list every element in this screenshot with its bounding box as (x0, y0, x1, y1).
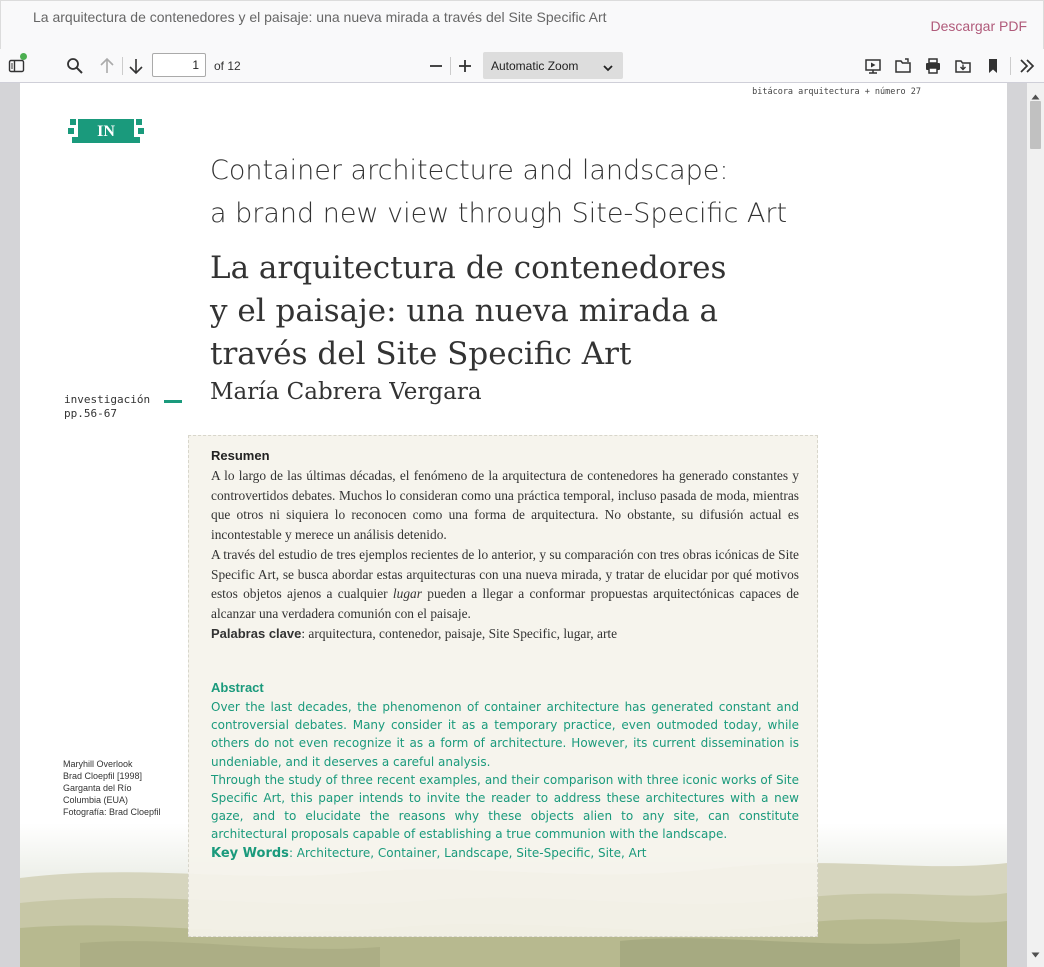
section-badge: IN (68, 116, 146, 146)
caption-line: Columbia (EUA) (63, 795, 129, 805)
resumen-paragraph: A lo largo de las últimas décadas, el fe… (211, 468, 799, 543)
open-file-button[interactable] (890, 49, 916, 82)
title-spanish-line: La arquitectura de contenedores (210, 250, 727, 286)
presentation-icon (864, 57, 882, 75)
abstract-paragraph: Over the last decades, the phenomenon of… (211, 700, 799, 769)
title-english-line: a brand new view through Site-Specific A… (210, 198, 788, 229)
title-spanish-line: través del Site Specific Art (210, 336, 632, 372)
tools-menu-button[interactable] (1014, 49, 1040, 82)
title-english: Container architecture and landscape: a … (210, 149, 787, 235)
bookmark-button[interactable] (980, 49, 1006, 82)
resumen-text: A lo largo de las últimas décadas, el fe… (211, 466, 799, 643)
presentation-mode-button[interactable] (860, 49, 886, 82)
photo-caption: Maryhill Overlook Brad Cloepfil [1998] G… (63, 758, 161, 818)
section-name: investigación (64, 393, 151, 406)
plus-icon (458, 59, 472, 73)
title-spanish: La arquitectura de contenedores y el pai… (210, 247, 726, 376)
minus-icon (429, 59, 443, 73)
save-icon (954, 57, 972, 75)
resumen-keywords: Palabras clave: arquitectura, contenedor… (211, 625, 618, 641)
resumen-heading: Resumen (211, 448, 270, 463)
caption-line: Garganta del Río (63, 783, 132, 793)
abstract-panel: Resumen A lo largo de las últimas década… (188, 435, 818, 937)
toolbar-separator (450, 57, 451, 75)
resumen-paragraph: A través del estudio de tres ejemplos re… (211, 546, 800, 621)
document-header: La arquitectura de contenedores y el pai… (0, 0, 1044, 50)
zoom-select[interactable]: Automatic Zoom (483, 52, 623, 79)
section-accent-line (164, 400, 182, 403)
next-page-button[interactable] (123, 49, 149, 82)
abstract-text: Over the last decades, the phenomenon of… (211, 698, 799, 863)
double-chevron-right-icon (1019, 58, 1035, 74)
vertical-scrollbar[interactable] (1027, 83, 1044, 967)
previous-page-button[interactable] (94, 49, 120, 82)
scrollbar-thumb[interactable] (1030, 101, 1041, 149)
open-file-icon (894, 57, 912, 75)
arrow-up-icon (99, 57, 115, 75)
document-title: La arquitectura de contenedores y el pai… (33, 9, 607, 25)
toolbar-separator (1010, 57, 1011, 75)
chevron-down-icon (603, 61, 613, 75)
find-button[interactable] (62, 49, 88, 82)
save-button[interactable] (950, 49, 976, 82)
author-name: María Cabrera Vergara (210, 379, 482, 405)
scroll-down-icon[interactable] (1031, 945, 1040, 963)
sidebar-toggle-button[interactable] (4, 49, 30, 82)
journal-header: bitácora arquitectura + número 27 (752, 87, 921, 97)
abstract-keywords: Key Words: Architecture, Container, Land… (211, 845, 647, 861)
pdf-page: bitácora arquitectura + número 27 IN Con… (20, 83, 1007, 967)
section-badge-label: IN (97, 123, 115, 140)
title-spanish-line: y el paisaje: una nueva mirada a (210, 293, 719, 329)
abstract-heading: Abstract (211, 680, 264, 695)
search-icon (66, 57, 84, 75)
notification-dot (20, 53, 27, 60)
pdf-toolbar: of 12 Automatic Zoom (0, 49, 1044, 83)
zoom-in-button[interactable] (453, 49, 477, 82)
bookmark-icon (986, 57, 1000, 75)
caption-line: Brad Cloepfil [1998] (63, 771, 143, 781)
arrow-down-icon (128, 57, 144, 75)
title-english-line: Container architecture and landscape: (210, 155, 729, 186)
document-viewer[interactable]: bitácora arquitectura + número 27 IN Con… (0, 83, 1044, 967)
caption-line: Fotografía: Brad Cloepfil (63, 807, 161, 817)
zoom-out-button[interactable] (424, 49, 448, 82)
page-range: pp.56-67 (64, 407, 117, 420)
page-number-input[interactable] (152, 53, 206, 77)
page-count-label: of 12 (214, 59, 241, 73)
zoom-value: Automatic Zoom (491, 59, 579, 73)
print-icon (924, 57, 942, 75)
caption-line: Maryhill Overlook (63, 759, 133, 769)
print-button[interactable] (920, 49, 946, 82)
section-label: investigación pp.56-67 (64, 393, 150, 421)
download-pdf-link[interactable]: Descargar PDF (931, 18, 1027, 34)
abstract-paragraph: Through the study of three recent exampl… (211, 772, 799, 842)
